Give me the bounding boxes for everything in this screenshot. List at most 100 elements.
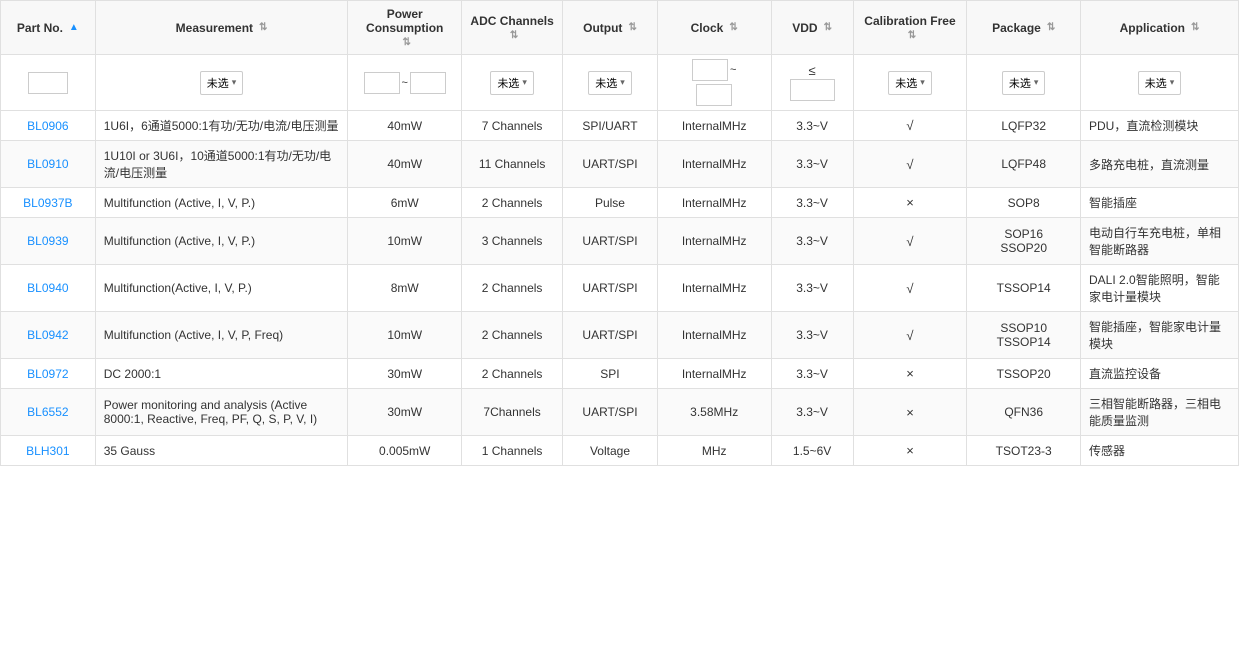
- cell-output: UART/SPI: [563, 312, 658, 359]
- cell-package: LQFP48: [967, 141, 1081, 188]
- sort-icon-measurement: ⇅: [259, 22, 267, 33]
- sort-icon-part: ▲: [69, 22, 79, 33]
- filter-power-separator: ~: [402, 77, 408, 89]
- sort-icon-package: ⇅: [1047, 22, 1055, 33]
- filter-output-dropdown[interactable]: 未选 ▾: [588, 71, 632, 95]
- cell-calfree: ×: [853, 436, 967, 466]
- cell-package: TSOT23-3: [967, 436, 1081, 466]
- cell-calfree: ×: [853, 188, 967, 218]
- filter-adc-label: 未选: [497, 75, 519, 91]
- cell-calfree: √: [853, 265, 967, 312]
- col-label-measurement: Measurement: [176, 21, 253, 35]
- cell-application: 三相智能断路器，三相电能质量监测: [1081, 389, 1239, 436]
- table-row: BL0939Multifunction (Active, I, V, P.)10…: [1, 218, 1239, 265]
- col-label-calfree: Calibration Free: [864, 14, 955, 28]
- filter-vdd-input[interactable]: [790, 79, 835, 101]
- cell-power: 8mW: [348, 265, 462, 312]
- part-link[interactable]: BL0906: [27, 119, 68, 133]
- cell-clock: InternalMHz: [657, 359, 771, 389]
- cell-vdd: 3.3~V: [771, 141, 853, 188]
- cell-part: BL0910: [1, 141, 96, 188]
- cell-part: BLH301: [1, 436, 96, 466]
- col-label-output: Output: [583, 21, 622, 35]
- cell-part: BL0940: [1, 265, 96, 312]
- cell-power: 40mW: [348, 111, 462, 141]
- col-label-power: Power Consumption: [356, 7, 453, 35]
- dropdown-arrow-package: ▾: [1034, 77, 1039, 88]
- part-link[interactable]: BL6552: [27, 405, 68, 419]
- filter-output: 未选 ▾: [563, 55, 658, 111]
- part-link[interactable]: BL0910: [27, 157, 68, 171]
- cell-application: PDU，直流检测模块: [1081, 111, 1239, 141]
- cell-vdd: 3.3~V: [771, 218, 853, 265]
- main-table-container: Part No. ▲ Measurement ⇅ Power Consumpti…: [0, 0, 1239, 466]
- table-row: BL0972DC 2000:130mW2 ChannelsSPIInternal…: [1, 359, 1239, 389]
- col-header-power[interactable]: Power Consumption ⇅: [348, 1, 462, 55]
- cell-adc: 2 Channels: [462, 359, 563, 389]
- cell-adc: 1 Channels: [462, 436, 563, 466]
- data-table: Part No. ▲ Measurement ⇅ Power Consumpti…: [0, 0, 1239, 466]
- col-label-part: Part No.: [17, 21, 63, 35]
- col-header-part[interactable]: Part No. ▲: [1, 1, 96, 55]
- col-header-measurement[interactable]: Measurement ⇅: [95, 1, 348, 55]
- cell-clock: InternalMHz: [657, 111, 771, 141]
- filter-calfree-dropdown[interactable]: 未选 ▾: [888, 71, 932, 95]
- cell-output: UART/SPI: [563, 218, 658, 265]
- filter-output-label: 未选: [595, 75, 617, 91]
- filter-application-dropdown[interactable]: 未选 ▾: [1138, 71, 1182, 95]
- cell-package: QFN36: [967, 389, 1081, 436]
- filter-adc-dropdown[interactable]: 未选 ▾: [490, 71, 534, 95]
- filter-measurement-dropdown[interactable]: 未选 ▾: [200, 71, 244, 95]
- part-link[interactable]: BL0972: [27, 367, 68, 381]
- sort-icon-power: ⇅: [403, 37, 411, 48]
- filter-measurement-label: 未选: [207, 75, 229, 91]
- cell-clock: 3.58MHz: [657, 389, 771, 436]
- cell-application: 智能插座: [1081, 188, 1239, 218]
- col-header-calfree[interactable]: Calibration Free ⇅: [853, 1, 967, 55]
- filter-adc: 未选 ▾: [462, 55, 563, 111]
- part-link[interactable]: BL0940: [27, 281, 68, 295]
- cell-output: Voltage: [563, 436, 658, 466]
- filter-power: ~: [348, 55, 462, 111]
- cell-vdd: 3.3~V: [771, 265, 853, 312]
- part-link[interactable]: BL0937B: [23, 196, 72, 210]
- cell-power: 0.005mW: [348, 436, 462, 466]
- cell-adc: 11 Channels: [462, 141, 563, 188]
- col-header-adc[interactable]: ADC Channels ⇅: [462, 1, 563, 55]
- part-link[interactable]: BL0942: [27, 328, 68, 342]
- part-link[interactable]: BL0939: [27, 234, 68, 248]
- table-body: BL09061U6I，6通道5000:1有功/无功/电流/电压测量40mW7 C…: [1, 111, 1239, 466]
- filter-power-max[interactable]: [410, 72, 446, 94]
- filter-part-input[interactable]: [28, 72, 68, 94]
- filter-clock-max[interactable]: [696, 84, 732, 106]
- table-row: BL09061U6I，6通道5000:1有功/无功/电流/电压测量40mW7 C…: [1, 111, 1239, 141]
- filter-clock: ~: [657, 55, 771, 111]
- part-link[interactable]: BLH301: [26, 444, 69, 458]
- cell-power: 40mW: [348, 141, 462, 188]
- filter-power-min[interactable]: [364, 72, 400, 94]
- cell-adc: 2 Channels: [462, 265, 563, 312]
- cell-calfree: ×: [853, 359, 967, 389]
- col-header-vdd[interactable]: VDD ⇅: [771, 1, 853, 55]
- col-header-package[interactable]: Package ⇅: [967, 1, 1081, 55]
- col-label-vdd: VDD: [792, 21, 817, 35]
- filter-package-dropdown[interactable]: 未选 ▾: [1002, 71, 1046, 95]
- col-header-clock[interactable]: Clock ⇅: [657, 1, 771, 55]
- cell-power: 30mW: [348, 389, 462, 436]
- cell-vdd: 3.3~V: [771, 389, 853, 436]
- sort-icon-output: ⇅: [628, 22, 636, 33]
- sort-icon-vdd: ⇅: [824, 22, 832, 33]
- dropdown-arrow-adc: ▾: [522, 77, 527, 88]
- cell-part: BL0972: [1, 359, 96, 389]
- cell-calfree: √: [853, 218, 967, 265]
- cell-vdd: 3.3~V: [771, 359, 853, 389]
- cell-output: Pulse: [563, 188, 658, 218]
- filter-clock-min[interactable]: [692, 59, 728, 81]
- col-header-output[interactable]: Output ⇅: [563, 1, 658, 55]
- filter-package: 未选 ▾: [967, 55, 1081, 111]
- filter-measurement: 未选 ▾: [95, 55, 348, 111]
- col-header-application[interactable]: Application ⇅: [1081, 1, 1239, 55]
- filter-row: 未选 ▾ ~ 未选 ▾: [1, 55, 1239, 111]
- cell-package: SOP8: [967, 188, 1081, 218]
- cell-measurement: 1U6I，6通道5000:1有功/无功/电流/电压测量: [95, 111, 348, 141]
